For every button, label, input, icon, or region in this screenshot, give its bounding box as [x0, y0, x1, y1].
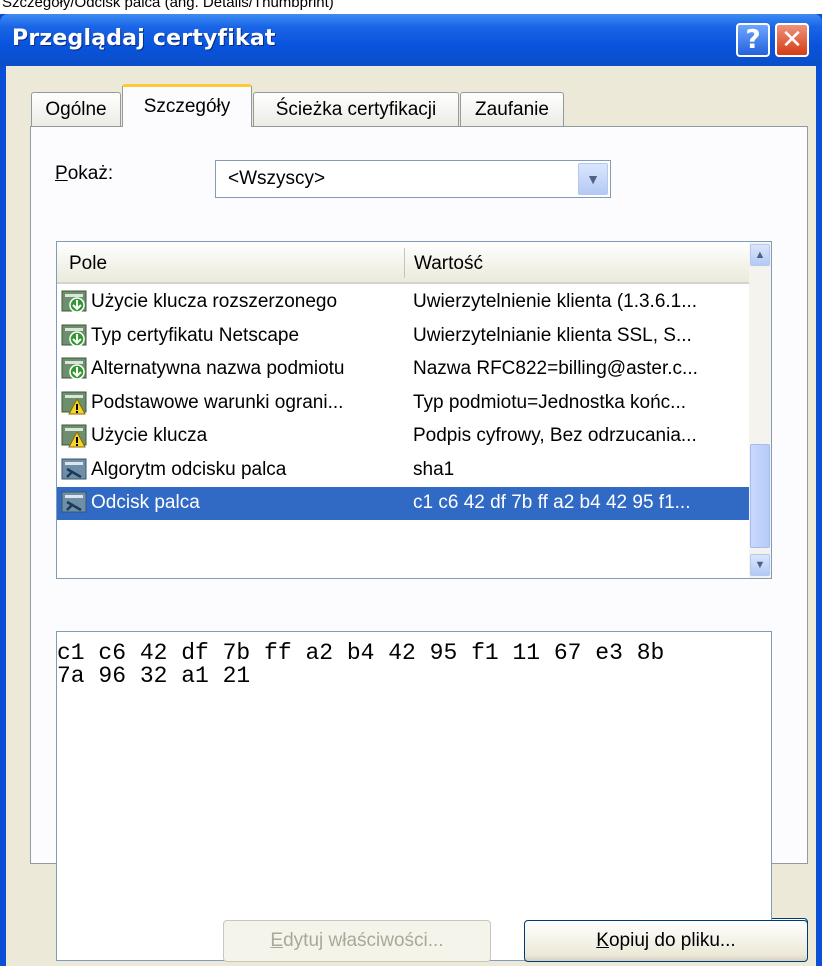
show-label: Pokaż:	[55, 163, 113, 185]
scrollbar-thumb[interactable]	[750, 444, 770, 548]
certificate-dialog: Przeglądaj certyfikat ? ✕ Ogólne Szczegó…	[0, 14, 822, 966]
property-icon	[61, 490, 89, 516]
tab-details[interactable]: Szczegóły	[122, 84, 252, 127]
show-dropdown[interactable]: <Wszyscy> ▼	[215, 160, 611, 198]
column-header-field[interactable]: Pole	[69, 253, 107, 275]
row-field-value: Nazwa RFC822=billing@aster.c...	[413, 358, 698, 379]
row-field-name: Typ certyfikatu Netscape	[91, 324, 300, 346]
row-field-name: Alternatywna nazwa podmiotu	[91, 358, 345, 379]
chevron-down-icon[interactable]: ▼	[578, 163, 608, 195]
edit-properties-button[interactable]: Edytuj właściwości...	[223, 920, 491, 962]
edit-label: dytuj właściwości...	[283, 930, 444, 951]
edit-accelerator: E	[270, 930, 284, 951]
list-header: Pole Wartość	[57, 242, 749, 284]
row-field-name: Odcisk palca	[91, 492, 200, 513]
row-field-name: Podstawowe warunki ograni...	[91, 391, 344, 413]
row-field-value: sha1	[413, 458, 455, 480]
title-bar[interactable]: Przeglądaj certyfikat ? ✕	[0, 14, 822, 66]
row-field-name: Użycie klucza rozszerzonego	[91, 291, 338, 312]
list-row[interactable]: Użycie klucza rozszerzonego Uwierzytelnie…	[57, 286, 749, 319]
extension-icon	[61, 289, 89, 315]
row-field-name: Algorytm odcisku palca	[91, 458, 287, 480]
close-icon: ✕	[781, 25, 803, 55]
window-title: Przeglądaj certyfikat	[12, 26, 276, 51]
row-field-value: Uwierzytelnienie klienta (1.3.6.1...	[413, 291, 698, 312]
extension-icon	[61, 356, 89, 382]
image-caption: Szczegóły/Odcisk palca (ang. Details/Thu…	[2, 0, 334, 11]
column-header-value[interactable]: Wartość	[414, 253, 483, 275]
row-field-value: Podpis cyfrowy, Bez odrzucania...	[413, 425, 697, 446]
copy-accelerator: K	[596, 930, 609, 951]
copy-to-file-button[interactable]: Kopiuj do pliku...	[524, 920, 808, 962]
column-divider[interactable]	[404, 248, 405, 278]
list-row[interactable]: Odcisk palca c1 c6 42 df 7b ff a2 b4 42 9…	[57, 487, 749, 520]
scroll-up-icon[interactable]: ▲	[750, 244, 770, 266]
row-field-value: Uwierzytelnianie klienta SSL, S...	[413, 324, 692, 346]
field-value-box[interactable]: c1 c6 42 df 7b ff a2 b4 42 95 f1 11 67 e…	[56, 631, 772, 961]
critical-extension-icon	[61, 390, 89, 416]
tab-certification-path[interactable]: Ścieżka certyfikacji	[253, 92, 459, 126]
list-row[interactable]: Typ certyfikatu Netscape Uwierzytelnianie…	[57, 320, 749, 353]
tab-general[interactable]: Ogólne	[31, 92, 121, 126]
row-field-name: Użycie klucza	[91, 425, 208, 446]
copy-label: opiuj do pliku...	[608, 930, 736, 951]
property-icon	[61, 457, 89, 483]
dialog-client-area: Ogólne Szczegóły Ścieżka certyfikacji Za…	[6, 66, 816, 966]
row-field-value: Typ podmiotu=Jednostka końc...	[413, 391, 687, 413]
show-dropdown-value: <Wszyscy>	[228, 168, 326, 189]
fields-list[interactable]: Pole Wartość Użycie klucza rozszerzonego…	[56, 241, 772, 579]
tab-trust[interactable]: Zaufanie	[460, 92, 564, 126]
scroll-down-icon[interactable]: ▼	[750, 554, 770, 576]
list-row[interactable]: Algorytm odcisku palca sha1	[57, 454, 749, 487]
row-field-value: c1 c6 42 df 7b ff a2 b4 42 95 f1...	[413, 492, 691, 513]
list-row[interactable]: Alternatywna nazwa podmiotu Nazwa RFC822=…	[57, 353, 749, 386]
close-button[interactable]: ✕	[775, 23, 809, 57]
field-value-text: c1 c6 42 df 7b ff a2 b4 42 95 f1 11 67 e…	[57, 640, 665, 689]
extension-icon	[61, 323, 89, 349]
list-row[interactable]: Podstawowe warunki ograni... Typ podmiotu…	[57, 387, 749, 420]
show-label-accelerator: P	[55, 163, 68, 184]
details-panel: Pokaż: <Wszyscy> ▼ Pole Wartość Użycie k…	[30, 126, 808, 962]
list-scrollbar[interactable]: ▲ ▼	[749, 242, 771, 578]
list-row[interactable]: Użycie klucza Podpis cyfrowy, Bez odrzuca…	[57, 420, 749, 453]
show-label-text: okaż:	[67, 163, 114, 184]
critical-extension-icon	[61, 423, 89, 449]
help-button[interactable]: ?	[736, 23, 770, 57]
help-icon: ?	[745, 25, 761, 55]
